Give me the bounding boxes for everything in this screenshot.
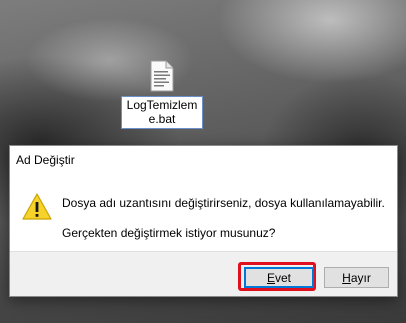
no-button-label: Hayır: [342, 270, 371, 285]
dialog-title: Ad Değiştir: [16, 153, 75, 167]
warning-icon: [21, 192, 53, 222]
yes-button[interactable]: Evet: [244, 267, 314, 288]
yes-button-label: Evet: [266, 270, 292, 285]
dialog-message-question: Gerçekten değiştirmek istiyor musunuz?: [62, 226, 276, 240]
rename-warning-dialog: Ad Değiştir Dosya adı uzantısını değişti…: [9, 145, 398, 297]
no-button[interactable]: Hayır: [324, 267, 389, 288]
desktop-background: LogTemizleme.bat Ad Değiştir Dosya adı u…: [0, 0, 406, 323]
bat-file-icon: [150, 60, 174, 92]
desktop-file-item[interactable]: LogTemizleme.bat: [120, 60, 204, 129]
dialog-button-bar: Evet Hayır: [10, 251, 397, 296]
dialog-message-primary: Dosya adı uzantısını değiştirirseniz, do…: [62, 196, 385, 210]
file-name-label[interactable]: LogTemizleme.bat: [121, 96, 203, 129]
